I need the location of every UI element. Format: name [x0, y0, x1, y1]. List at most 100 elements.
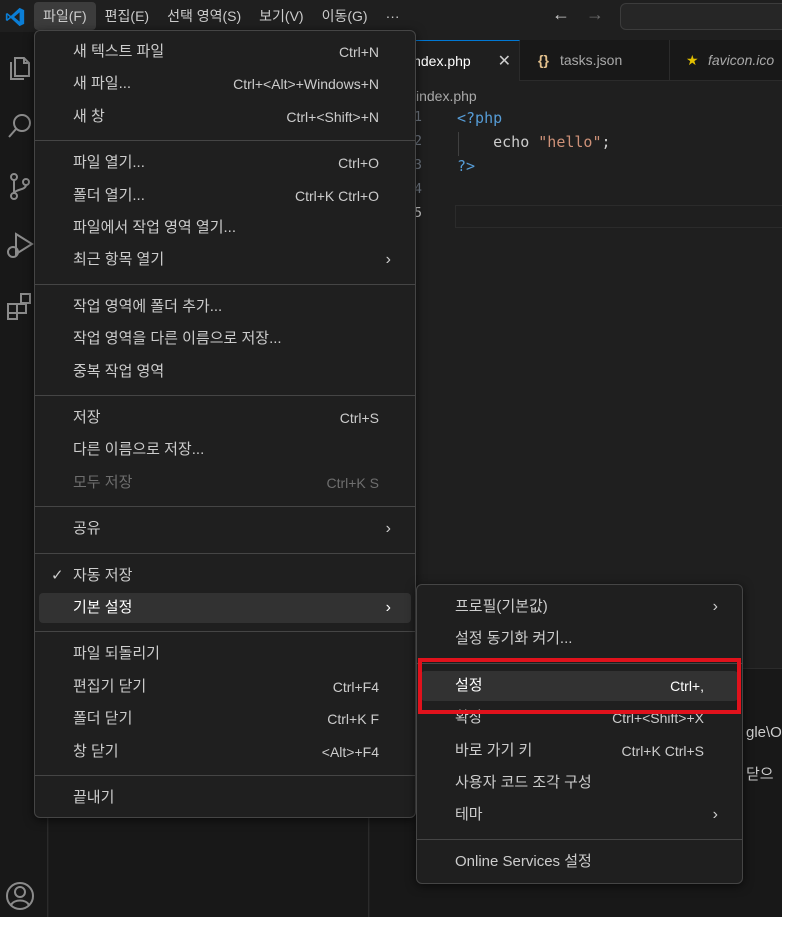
search-icon[interactable] — [4, 110, 36, 142]
menu-item[interactable]: 저장 Ctrl+S — [39, 403, 411, 433]
menu-item-shortcut: Ctrl+N — [338, 44, 379, 60]
menubar-item[interactable]: 파일(F) — [34, 2, 96, 30]
menu-item: 모두 저장 Ctrl+K S — [39, 468, 411, 498]
code-token: "hello" — [538, 133, 602, 151]
extensions-icon[interactable] — [4, 290, 36, 322]
code-token: ; — [601, 133, 611, 151]
menu-item[interactable]: 새 파일... Ctrl+<Alt>+Windows+N — [39, 69, 411, 99]
menu-item[interactable]: 사용자 코드 조각 구성 — [421, 768, 738, 798]
menu-item-shortcut: Ctrl+S — [339, 410, 379, 426]
menu-separator — [417, 838, 742, 840]
command-center[interactable] — [620, 3, 782, 30]
menu-item[interactable]: 편집기 닫기 Ctrl+F4 — [39, 672, 411, 702]
run-debug-icon[interactable] — [4, 230, 36, 262]
menubar-item[interactable]: 편집(E) — [96, 2, 158, 30]
menu-item[interactable]: 폴더 닫기 Ctrl+K F — [39, 704, 411, 734]
chevron-right-icon: › — [712, 598, 718, 615]
vscode-window: 파일(F) 편집(E) 선택 영역(S) 보기(V) 이동(G) ··· ← → inde… — [0, 0, 782, 917]
menu-item-label: 최근 항목 열기 — [73, 251, 165, 269]
menu-item[interactable]: 설정 동기화 켜기... — [421, 624, 738, 654]
panel-text: gle\O — [746, 724, 782, 741]
menu-separator — [35, 395, 415, 396]
menu-item-label: Online Services 설정 — [455, 852, 592, 870]
menubar-item[interactable]: 보기(V) — [250, 2, 312, 30]
menu-item-label: 기본 설정 — [73, 599, 133, 616]
menu-item-shortcut: <Alt>+F4 — [321, 743, 379, 760]
menu-separator — [35, 552, 415, 554]
menu-item[interactable]: ✓ 자동 저장 — [39, 561, 411, 591]
close-icon[interactable]: ✕ — [498, 41, 511, 82]
menu-item[interactable]: 끝내기 — [39, 783, 411, 813]
menu-item-label: 자동 저장 — [73, 566, 133, 584]
menu-item[interactable]: 기본 설정 › — [39, 593, 411, 623]
star-icon: ★ — [686, 52, 699, 68]
menu-item-label: 끝내기 — [73, 789, 115, 806]
menu-item-label: 새 파일... — [73, 75, 132, 93]
panel-text: 닫으 — [746, 766, 774, 783]
menu-item-label: 새 창 — [73, 107, 105, 125]
menu-item-shortcut: Ctrl+K Ctrl+S — [621, 742, 704, 759]
menu-item[interactable]: 새 창 Ctrl+<Shift>+N — [39, 102, 411, 132]
menu-item-label: 파일 되돌리기 — [73, 645, 160, 663]
json-braces-icon: {} — [538, 52, 549, 68]
menu-item[interactable]: 최근 항목 열기 › — [39, 245, 411, 275]
menu-item[interactable]: 파일에서 작업 영역 열기... — [39, 213, 411, 243]
menu-item-label: 중복 작업 영역 — [73, 362, 165, 380]
menu-item[interactable]: 다른 이름으로 저장... — [39, 435, 411, 465]
menu-separator — [35, 775, 415, 776]
menu-separator — [35, 283, 415, 285]
account-icon[interactable] — [4, 880, 36, 912]
menu-item-label: 테마 — [455, 806, 483, 824]
menu-item[interactable]: Online Services 설정 — [421, 847, 738, 877]
arrow-right-icon[interactable]: → — [586, 4, 604, 25]
menu-item[interactable]: 프로필(기본값) › — [421, 592, 738, 622]
menu-item[interactable]: 창 닫기 <Alt>+F4 — [39, 737, 411, 767]
menu-item-label: 새 텍스트 파일 — [73, 43, 165, 60]
code-line: echo "hello"; — [457, 133, 611, 151]
menu-item[interactable]: 테마 › — [421, 800, 738, 830]
menu-item-shortcut: Ctrl+<Shift>+N — [286, 108, 379, 125]
menu-separator — [35, 506, 415, 508]
chevron-right-icon: › — [385, 599, 391, 616]
menu-item[interactable]: 작업 영역을 다른 이름으로 저장... — [39, 324, 411, 354]
code-token: echo — [457, 133, 539, 151]
menu-item-label: 프로필(기본값) — [455, 598, 548, 615]
menu-item[interactable]: 공유 › — [39, 514, 411, 544]
menu-item-label: 모두 저장 — [73, 473, 133, 491]
menubar-item[interactable]: 이동(G) — [313, 2, 377, 30]
menu-item-label: 사용자 코드 조각 구성 — [455, 774, 592, 791]
menu-item-label: 설정 동기화 켜기... — [455, 630, 573, 648]
editor-tabs: index.php ✕ {} tasks.json ★ favicon.ico — [370, 40, 782, 81]
menu-item-label: 저장 — [73, 409, 101, 426]
explorer-icon[interactable] — [4, 50, 36, 82]
menubar-item[interactable]: 선택 영역(S) — [158, 2, 250, 30]
menu-item-shortcut: Ctrl+K F — [327, 711, 379, 728]
more-icon[interactable]: ··· — [377, 2, 409, 30]
code-token: <?php — [457, 109, 503, 127]
chevron-right-icon: › — [385, 520, 391, 538]
menu-bar: 파일(F) 편집(E) 선택 영역(S) 보기(V) 이동(G) ··· — [34, 2, 409, 30]
vscode-logo-icon — [5, 7, 25, 27]
tab-label: index.php — [410, 53, 471, 69]
menu-separator — [35, 631, 415, 633]
tab-favicon-ico[interactable]: ★ favicon.ico — [670, 40, 782, 81]
arrow-left-icon[interactable]: ← — [552, 4, 570, 25]
menu-item[interactable]: 파일 되돌리기 — [39, 639, 411, 669]
menu-item-shortcut: Ctrl+O — [338, 155, 379, 172]
preferences-submenu: 프로필(기본값) › 설정 동기화 켜기... 설정 Ctrl+, 확장 Ctrl+<Shi… — [416, 584, 743, 884]
breadcrumb[interactable]: index.php — [416, 88, 477, 104]
menu-item-label: 바로 가기 키 — [455, 741, 533, 759]
tab-tasks-json[interactable]: {} tasks.json — [520, 40, 670, 81]
code-token: ?> — [457, 157, 476, 175]
menu-item-shortcut: Ctrl+F4 — [332, 678, 379, 695]
menu-item[interactable]: 폴더 열기... Ctrl+K Ctrl+O — [39, 181, 411, 211]
code-line: ?> — [457, 157, 475, 175]
menu-item[interactable]: 중복 작업 영역 — [39, 357, 411, 387]
menu-item[interactable]: 바로 가기 키 Ctrl+K Ctrl+S — [421, 736, 738, 766]
chevron-right-icon: › — [385, 251, 391, 269]
menu-item[interactable]: 작업 영역에 폴더 추가... — [39, 292, 411, 322]
source-control-icon[interactable] — [4, 170, 36, 202]
menu-item[interactable]: 파일 열기... Ctrl+O — [39, 148, 411, 178]
title-bar: 파일(F) 편집(E) 선택 영역(S) 보기(V) 이동(G) ··· ← → — [0, 0, 782, 32]
menu-item[interactable]: 새 텍스트 파일 Ctrl+N — [39, 37, 411, 67]
